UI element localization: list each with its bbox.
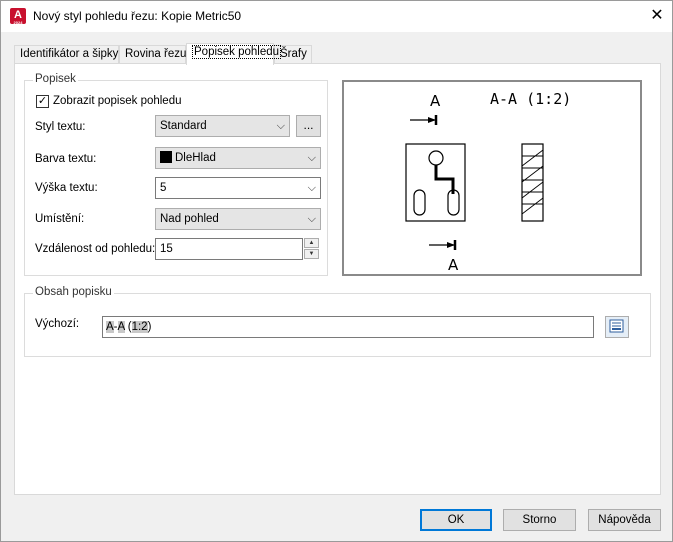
group-label-contents: Obsah popisku Výchozí: A-A (1:2) bbox=[24, 286, 651, 357]
distance-label: Vzdálenost od pohledu: bbox=[35, 243, 156, 255]
distance-input[interactable]: 15 bbox=[155, 238, 303, 260]
spin-down-icon[interactable]: ▼ bbox=[304, 249, 319, 259]
dialog-window: A 2024 Nový styl pohledu řezu: Kopie Metr… bbox=[0, 0, 673, 542]
default-label-field[interactable]: A-A (1:2) bbox=[102, 316, 594, 338]
chevron-down-icon: ⌵ bbox=[276, 120, 285, 132]
placement-select[interactable]: Nad pohled ⌵ bbox=[155, 208, 321, 230]
preview-arrow-letter-top: A bbox=[430, 92, 441, 110]
tab-identifier-arrows[interactable]: Identifikátor a šipky bbox=[14, 45, 119, 64]
tab-section-plane[interactable]: Rovina řezu bbox=[119, 45, 186, 64]
preview-drawing: A A-A (1:2) A bbox=[405, 90, 571, 274]
group-label-contents-title: Obsah popisku bbox=[33, 286, 114, 298]
chevron-down-icon: ⌵ bbox=[307, 152, 316, 164]
group-label-title: Popisek bbox=[33, 73, 78, 85]
text-style-select[interactable]: Standard ⌵ bbox=[155, 115, 290, 137]
group-label: Popisek ✓ Zobrazit popisek pohledu Styl … bbox=[24, 73, 328, 276]
default-label: Výchozí: bbox=[35, 318, 80, 330]
chevron-down-icon: ⌵ bbox=[307, 182, 316, 194]
edit-label-contents-icon[interactable] bbox=[605, 316, 629, 338]
title-bar: A 2024 Nový styl pohledu řezu: Kopie Metr… bbox=[1, 1, 672, 32]
cancel-button[interactable]: Storno bbox=[503, 509, 576, 531]
field-editor-icon bbox=[609, 319, 624, 333]
close-icon[interactable]: ✕ bbox=[644, 4, 670, 28]
text-color-select[interactable]: DleHlad ⌵ bbox=[155, 147, 321, 169]
show-label-checkbox[interactable]: ✓ bbox=[36, 95, 49, 108]
preview-view-outline bbox=[405, 143, 466, 222]
tab-panel-view-label: Popisek ✓ Zobrazit popisek pohledu Styl … bbox=[14, 63, 661, 495]
spin-up-icon[interactable]: ▲ bbox=[304, 238, 319, 248]
autocad-app-icon: A 2024 bbox=[10, 8, 26, 25]
tab-view-label[interactable]: Popisek pohledu bbox=[186, 43, 282, 65]
ok-button[interactable]: OK bbox=[420, 509, 492, 531]
text-color-label: Barva textu: bbox=[35, 153, 97, 165]
preview-label-text: A-A (1:2) bbox=[490, 90, 571, 108]
help-button[interactable]: Nápověda bbox=[588, 509, 661, 531]
placement-label: Umístění: bbox=[35, 213, 85, 225]
window-title: Nový styl pohledu řezu: Kopie Metric50 bbox=[33, 9, 242, 23]
show-label-checkbox-label: Zobrazit popisek pohledu bbox=[53, 95, 182, 107]
text-style-browse-button[interactable]: ... bbox=[296, 115, 321, 137]
text-height-combo[interactable]: 5 ⌵ bbox=[155, 177, 321, 199]
text-height-label: Výška textu: bbox=[35, 182, 98, 194]
preview-arrow-letter-bottom: A bbox=[448, 256, 459, 274]
text-style-label: Styl textu: bbox=[35, 121, 86, 133]
chevron-down-icon: ⌵ bbox=[307, 213, 316, 225]
preview-pane: A A-A (1:2) A bbox=[342, 80, 642, 276]
color-swatch bbox=[160, 151, 172, 163]
